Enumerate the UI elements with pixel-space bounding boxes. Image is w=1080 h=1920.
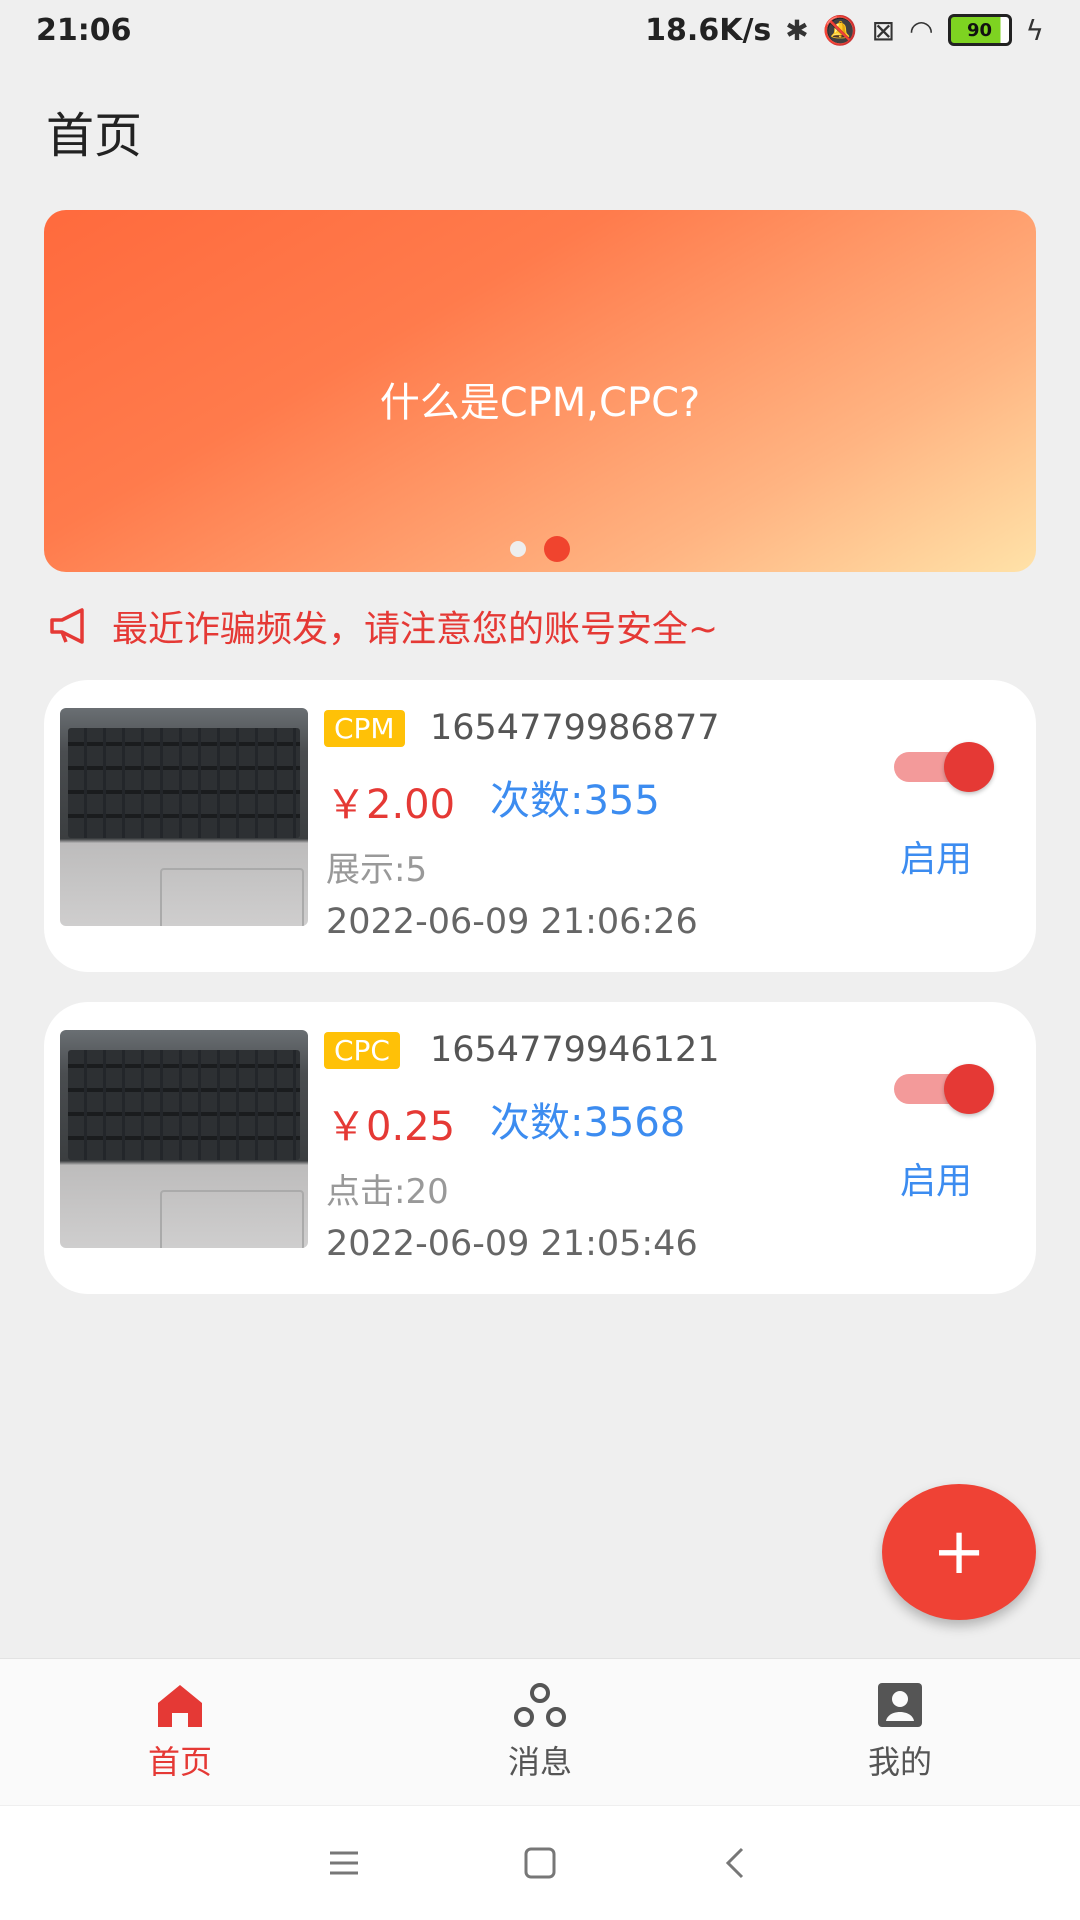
battery-icon: 90: [947, 14, 1012, 46]
security-notice: 最近诈骗频发，请注意您的账号安全~: [48, 600, 718, 652]
wifi-icon: ◠: [909, 13, 934, 47]
bluetooth-icon: ✱: [785, 13, 809, 47]
carousel-indicator: [44, 536, 1036, 562]
message-icon: [514, 1683, 566, 1727]
enable-toggle[interactable]: [894, 1064, 994, 1114]
ad-type-badge: CPC: [324, 1032, 400, 1069]
system-nav-bar: [0, 1806, 1080, 1920]
net-speed: 18.6K/s: [645, 12, 772, 48]
ad-stat: 点击:20: [326, 1172, 449, 1212]
nav-item-profile[interactable]: 我的: [720, 1659, 1080, 1805]
ad-price: ￥2.00: [326, 782, 456, 828]
nav-item-messages[interactable]: 消息: [360, 1659, 720, 1805]
enable-status-label: 启用: [900, 1161, 973, 1202]
nav-label-messages: 消息: [507, 1743, 572, 1781]
ad-thumbnail: [60, 708, 308, 926]
ad-id: 1654779986877: [430, 708, 720, 748]
banner-text: 什么是CPM,CPC?: [379, 380, 701, 426]
ad-card[interactable]: CPC 1654779946121 ￥0.25 次数:3568 点击:20 20…: [44, 1002, 1036, 1294]
mute-icon: 🔕: [822, 13, 858, 47]
ad-count: 次数:355: [490, 778, 660, 824]
status-bar: 21:06 18.6K/s ✱ 🔕 ⊠ ◠ 90 ϟ: [0, 0, 1080, 60]
ad-date: 2022-06-09 21:05:46: [326, 1224, 698, 1264]
ad-type-badge: CPM: [324, 710, 405, 747]
profile-icon: [878, 1683, 922, 1727]
carousel-dot-active: [544, 536, 570, 562]
carousel-dot: [510, 541, 526, 557]
home-icon: [158, 1685, 202, 1727]
ad-card[interactable]: CPM 1654779986877 ￥2.00 次数:355 展示:5 2022…: [44, 680, 1036, 972]
ad-date: 2022-06-09 21:06:26: [326, 902, 698, 942]
status-icons: 18.6K/s ✱ 🔕 ⊠ ◠ 90 ϟ: [645, 13, 1044, 48]
charging-icon: ϟ: [1025, 13, 1044, 47]
nav-item-home[interactable]: 首页: [0, 1659, 360, 1805]
nav-label-profile: 我的: [867, 1743, 932, 1781]
page-title: 首页: [46, 108, 143, 164]
ad-count: 次数:3568: [490, 1100, 686, 1146]
sim-icon: ⊠: [871, 13, 896, 47]
ad-thumbnail: [60, 1030, 308, 1248]
enable-toggle[interactable]: [894, 742, 994, 792]
ad-price: ￥0.25: [326, 1104, 456, 1150]
menu-icon[interactable]: [326, 1845, 362, 1881]
bottom-nav: 首页 消息 我的: [0, 1658, 1080, 1805]
megaphone-icon: [50, 608, 84, 644]
notice-text: 最近诈骗频发，请注意您的账号安全~: [112, 609, 719, 650]
add-button[interactable]: +: [882, 1484, 1036, 1620]
ad-id: 1654779946121: [430, 1030, 720, 1070]
status-time: 21:06: [36, 12, 132, 48]
ad-stat: 展示:5: [326, 850, 428, 890]
nav-label-home: 首页: [147, 1743, 212, 1781]
back-icon[interactable]: [718, 1845, 754, 1881]
home-square-icon[interactable]: [522, 1845, 558, 1881]
enable-status-label: 启用: [900, 839, 973, 880]
banner-carousel[interactable]: 什么是CPM,CPC?: [44, 210, 1036, 572]
